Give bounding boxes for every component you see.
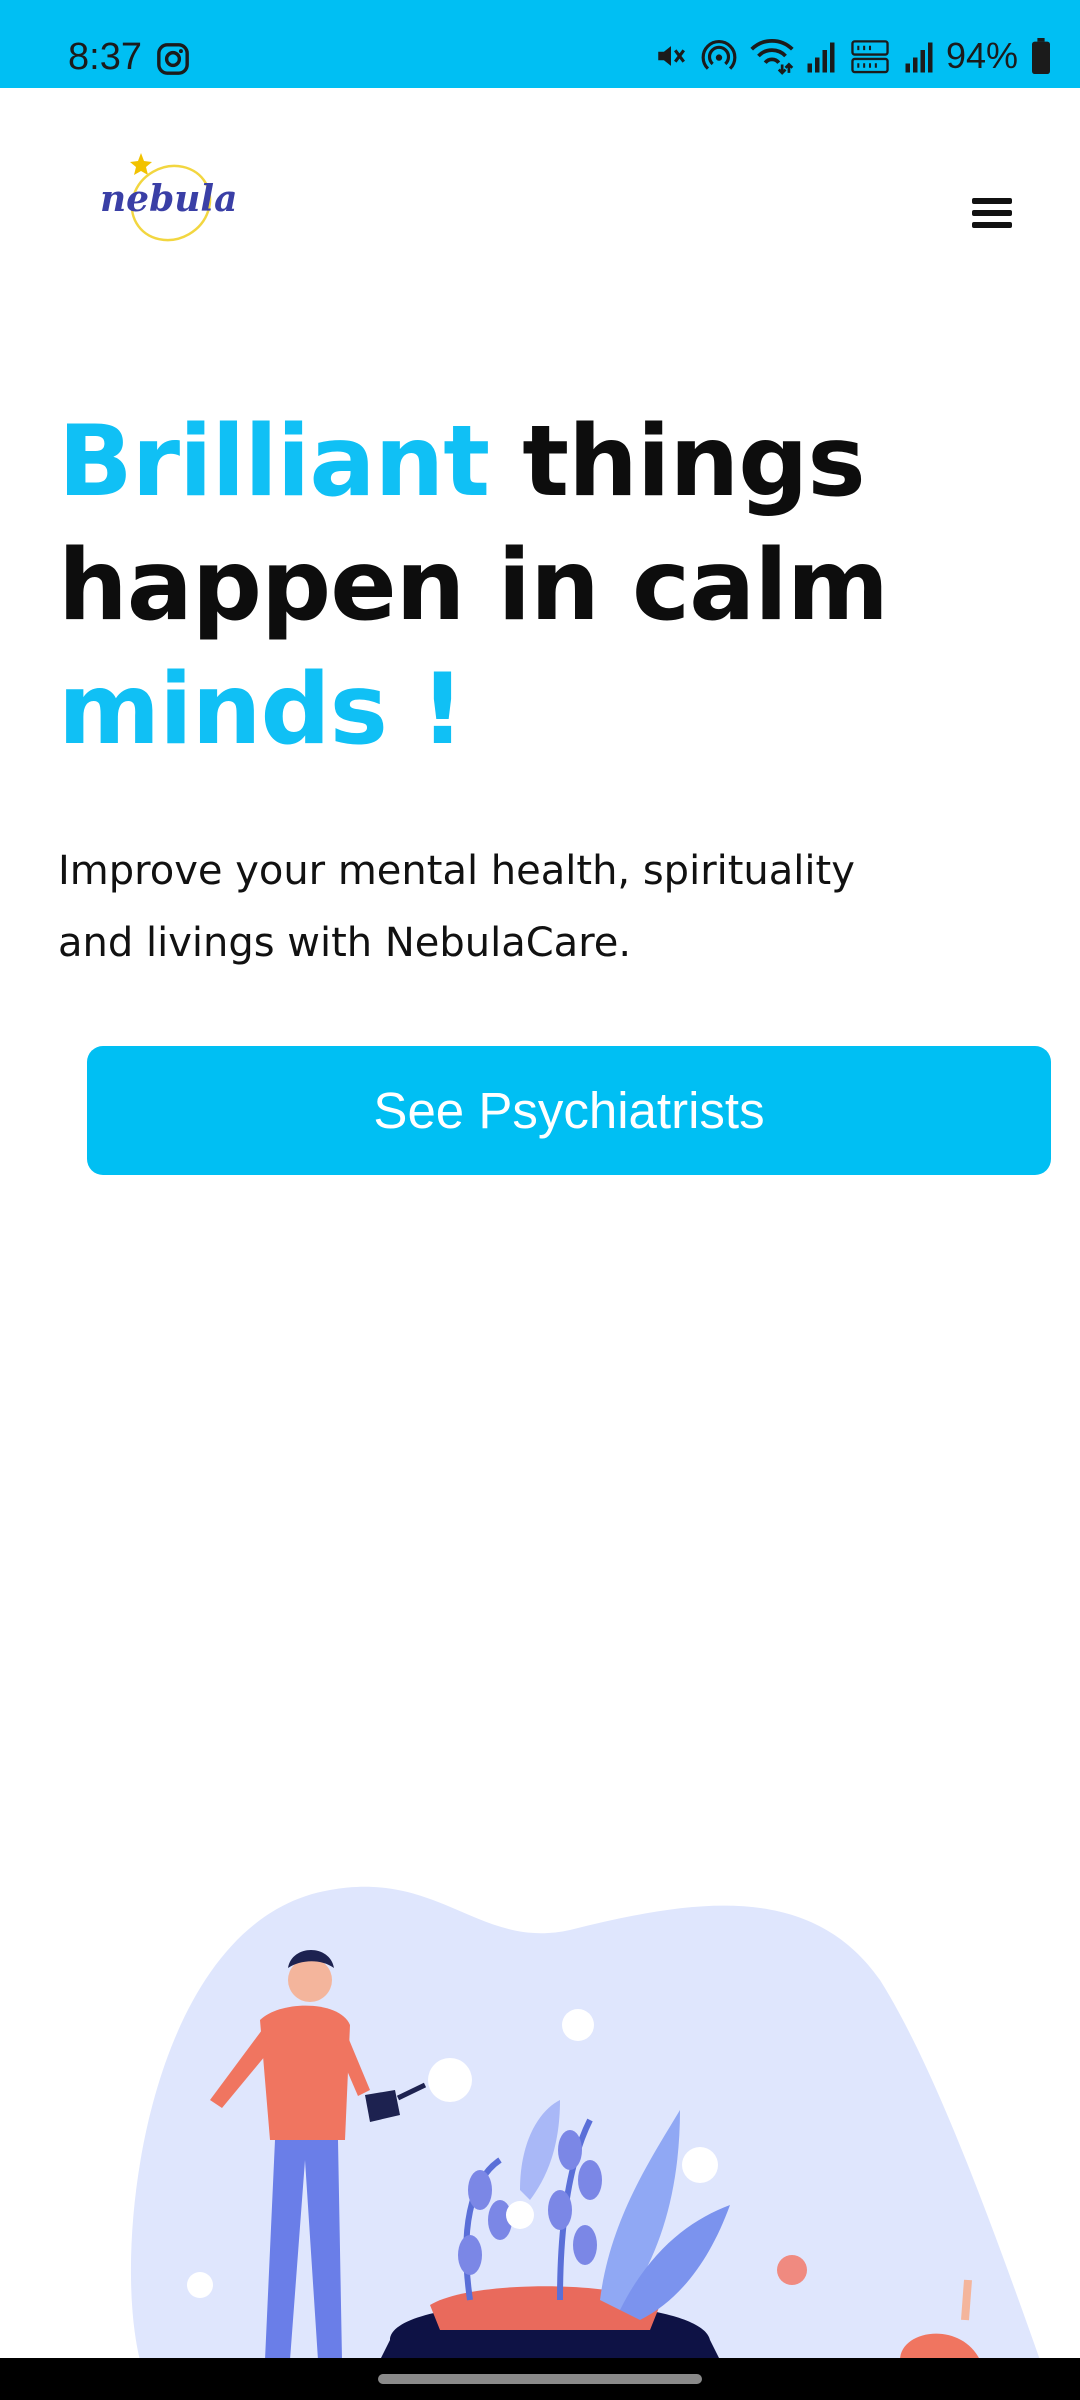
hamburger-menu-icon[interactable]	[972, 198, 1016, 232]
menu-bar-middle	[972, 210, 1012, 216]
hero-title-accent-1: Brilliant	[58, 405, 490, 519]
volte-icon	[851, 40, 889, 74]
mute-icon	[658, 46, 685, 66]
wifi-icon	[750, 39, 794, 75]
signal-icon	[807, 42, 835, 73]
hero-title: Brilliant things happen in calm minds !	[58, 400, 1018, 772]
svg-text:nebula: nebula	[100, 178, 237, 220]
see-psychiatrists-button[interactable]: See Psychiatrists	[87, 1046, 1051, 1175]
instagram-icon	[157, 43, 189, 75]
menu-bar-bottom	[972, 222, 1012, 228]
battery-icon	[1032, 38, 1050, 74]
home-gesture-handle[interactable]	[378, 2374, 702, 2384]
menu-bar-top	[972, 198, 1012, 204]
signal-icon-2	[905, 42, 933, 73]
status-time: 8:37	[68, 36, 142, 78]
hero-subtitle: Improve your mental health, spirituality…	[58, 848, 855, 966]
battery-percent: 94%	[945, 35, 1018, 76]
system-navigation-bar	[0, 2358, 1080, 2400]
hero-title-accent-2: minds !	[58, 653, 465, 767]
status-bar: 8:37 94%	[0, 0, 1080, 88]
man-watering-plants-illustration	[130, 1886, 1040, 2360]
hotspot-icon	[701, 40, 737, 70]
status-icons: 94%	[654, 34, 1052, 78]
nebula-logo[interactable]: nebula	[96, 145, 246, 245]
